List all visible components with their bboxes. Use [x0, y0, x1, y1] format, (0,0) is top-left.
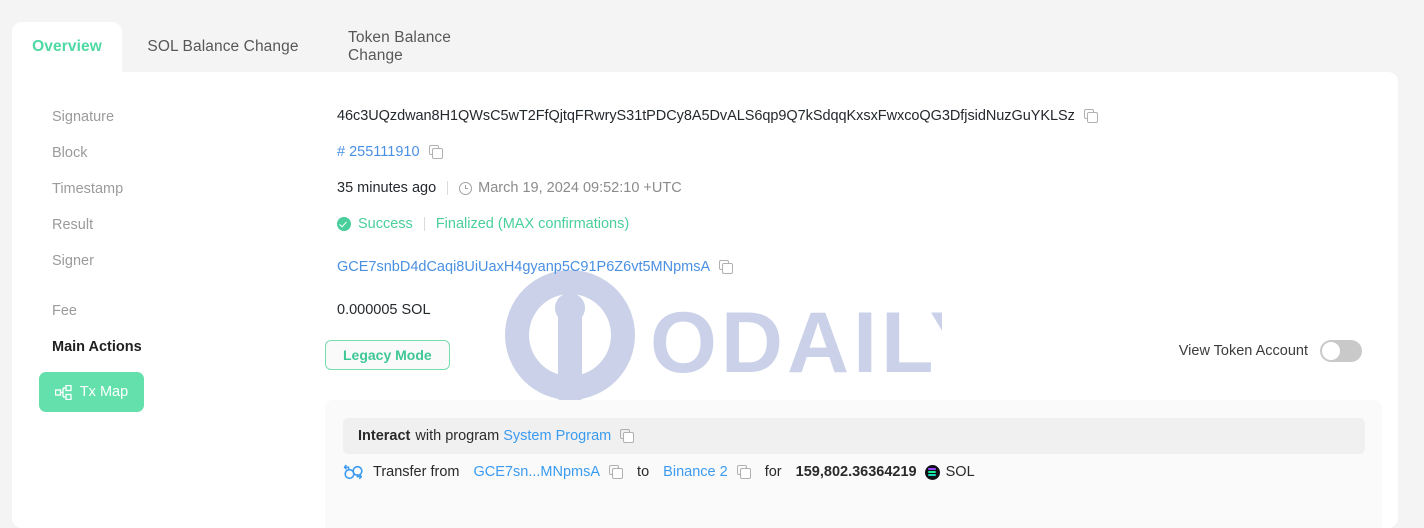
legacy-mode-label: Legacy Mode	[343, 347, 432, 363]
label-timestamp: Timestamp	[52, 181, 124, 197]
success-check-icon	[337, 217, 351, 231]
interact-text: with program	[415, 428, 500, 444]
signature-hash: 46c3UQzdwan8H1QWsC5wT2FfQjtqFRwryS31tPDC…	[337, 108, 1075, 124]
toggle-knob	[1322, 342, 1340, 360]
tab-overview[interactable]: Overview	[12, 22, 122, 72]
transfer-to-address-link[interactable]: Binance 2	[663, 464, 728, 480]
copy-icon-to-address[interactable]	[736, 465, 751, 479]
result-status: Success	[358, 216, 413, 232]
value-fee: 0.000005 SOL	[337, 302, 431, 318]
copy-icon-from-address[interactable]	[609, 465, 624, 479]
signer-address-link[interactable]: GCE7snbD4dCaqi8UiUaxH4gyanp5C91P6Z6vt5MN…	[337, 259, 710, 275]
sol-token-icon	[924, 464, 940, 480]
instruction-panel: Interact with program System Program Tra…	[325, 400, 1382, 528]
label-main-actions: Main Actions	[52, 339, 142, 355]
interact-bold-text: Interact	[358, 428, 411, 444]
copy-icon-block[interactable]	[428, 145, 443, 159]
tx-map-button[interactable]: Tx Map	[39, 372, 144, 412]
result-divider	[423, 217, 425, 231]
value-signature: 46c3UQzdwan8H1QWsC5wT2FfQjtqFRwryS31tPDC…	[337, 108, 1098, 124]
clock-icon	[459, 181, 473, 195]
copy-icon-signer[interactable]	[719, 260, 734, 274]
tab-token-balance-change[interactable]: Token Balance Change	[330, 22, 526, 72]
timestamp-absolute: March 19, 2024 09:52:10 +UTC	[478, 180, 682, 196]
view-token-account-label: View Token Account	[1178, 343, 1308, 359]
label-signature: Signature	[52, 109, 115, 125]
tab-token-balance-change-label: Token Balance Change	[348, 29, 451, 64]
tab-overview-label: Overview	[32, 38, 102, 55]
value-result: Success Finalized (MAX confirmations)	[337, 216, 629, 232]
view-token-account-toggle-group: View Token Account	[1179, 340, 1362, 362]
view-token-account-switch[interactable]	[1320, 340, 1362, 362]
result-confirmation: Finalized (MAX confirmations)	[435, 216, 630, 232]
legacy-mode-button[interactable]: Legacy Mode	[325, 340, 450, 370]
watermark-text: ODAILY	[650, 295, 942, 391]
transfer-icon	[343, 464, 363, 480]
label-result: Result	[52, 217, 94, 233]
label-signer: Signer	[52, 253, 94, 269]
timestamp-divider	[447, 181, 449, 195]
program-name-link[interactable]: System Program	[503, 428, 611, 444]
tx-map-label: Tx Map	[79, 384, 129, 400]
transfer-prefix-text: Transfer from	[373, 464, 460, 480]
transfer-amount: 159,802.36364219	[795, 464, 917, 480]
transaction-detail-card: ODAILY Signature 46c3UQzdwan8H1QWsC5wT2F…	[12, 72, 1398, 528]
block-number-link[interactable]: # 255111910	[337, 144, 420, 160]
tx-map-icon	[54, 384, 72, 400]
instruction-header: Interact with program System Program	[343, 418, 1365, 454]
transfer-to-word: to	[637, 464, 650, 480]
transfer-token-symbol: SOL	[945, 464, 975, 480]
tab-bar: Overview SOL Balance Change Token Balanc…	[0, 0, 1424, 72]
transfer-for-word: for	[764, 464, 782, 480]
tab-sol-balance-change[interactable]: SOL Balance Change	[128, 22, 318, 72]
timestamp-relative: 35 minutes ago	[337, 180, 437, 196]
label-block: Block	[52, 145, 88, 161]
transfer-from-address-link[interactable]: GCE7sn...MNpmsA	[474, 464, 601, 480]
copy-icon-signature[interactable]	[1083, 109, 1098, 123]
tab-sol-balance-change-label: SOL Balance Change	[147, 38, 299, 55]
instruction-transfer-row: Transfer from GCE7sn...MNpmsA to Binance…	[343, 462, 975, 482]
copy-icon-program[interactable]	[620, 429, 635, 443]
odaily-watermark: ODAILY	[505, 270, 942, 400]
label-fee: Fee	[52, 303, 77, 319]
value-signer: GCE7snbD4dCaqi8UiUaxH4gyanp5C91P6Z6vt5MN…	[337, 259, 734, 275]
value-block: # 255111910	[337, 144, 443, 160]
value-timestamp: 35 minutes ago March 19, 2024 09:52:10 +…	[337, 180, 682, 196]
fee-amount: 0.000005 SOL	[337, 302, 431, 318]
